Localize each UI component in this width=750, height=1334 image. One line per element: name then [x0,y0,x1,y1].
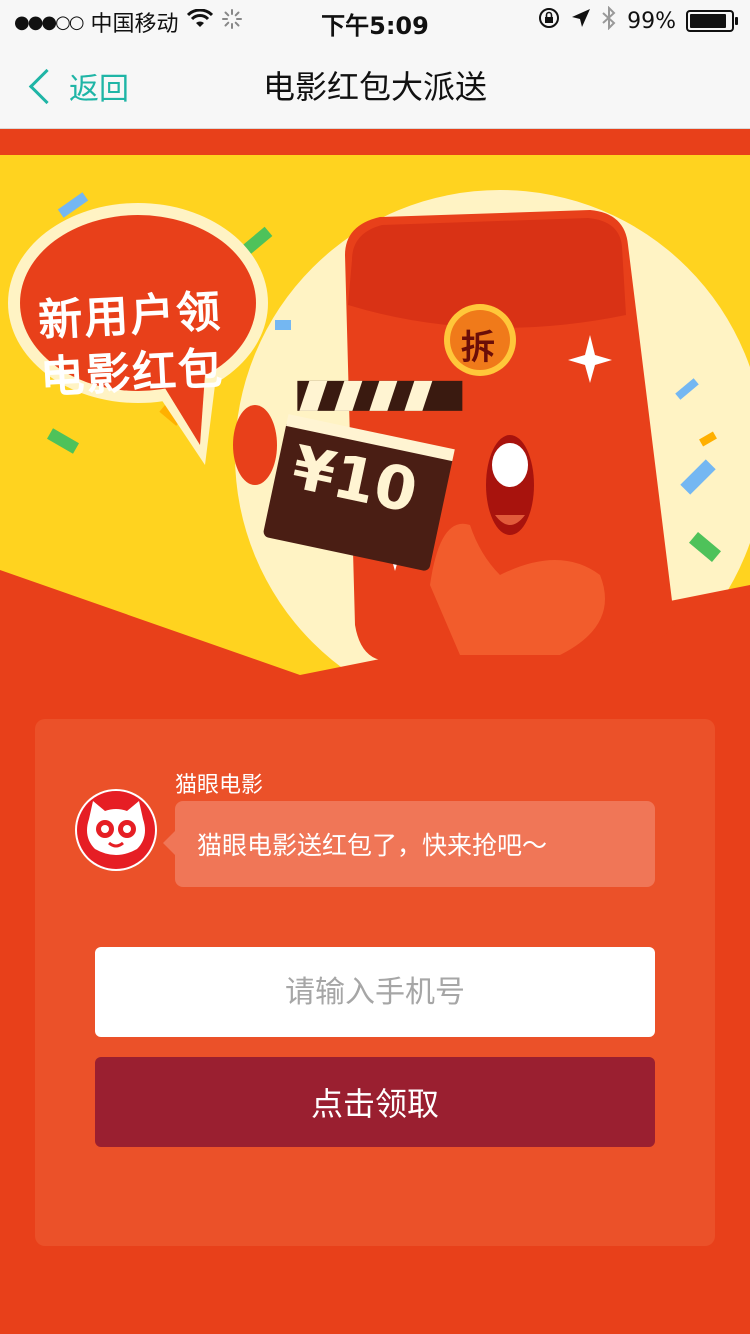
cat-logo-icon [77,791,155,869]
navigation-bar: 返回 电影红包大派送 [0,40,750,129]
sender-name: 猫眼电影 [175,773,264,798]
message-text: 猫眼电影送红包了，快来抢吧～ [197,831,548,860]
page-title: 电影红包大派送 [262,68,487,106]
maoyan-avatar [75,789,157,871]
open-seal-label: 拆 [461,328,495,368]
claim-button[interactable]: 点击领取 [95,1057,655,1147]
phone-number-input[interactable] [95,947,655,1037]
rotation-lock-icon [537,6,561,36]
promo-banner: 新用户领 电影红包 拆 ¥10 [0,155,750,685]
claim-card: 猫眼电影 猫眼电影送红包了，快来抢吧～ 点击领取 [35,719,715,1246]
battery-icon [686,10,738,32]
status-bar-right: 99% [537,5,738,36]
location-arrow-icon [571,8,591,34]
bluetooth-icon [601,5,617,36]
claim-button-label: 点击领取 [310,1085,439,1123]
battery-percent: 99% [627,8,676,34]
status-bar: ●●●○○ 中国移动 下午5:09 99% [0,0,750,40]
message-bubble: 猫眼电影送红包了，快来抢吧～ [163,801,655,887]
speech-line-2: 电影红包 [39,343,226,404]
